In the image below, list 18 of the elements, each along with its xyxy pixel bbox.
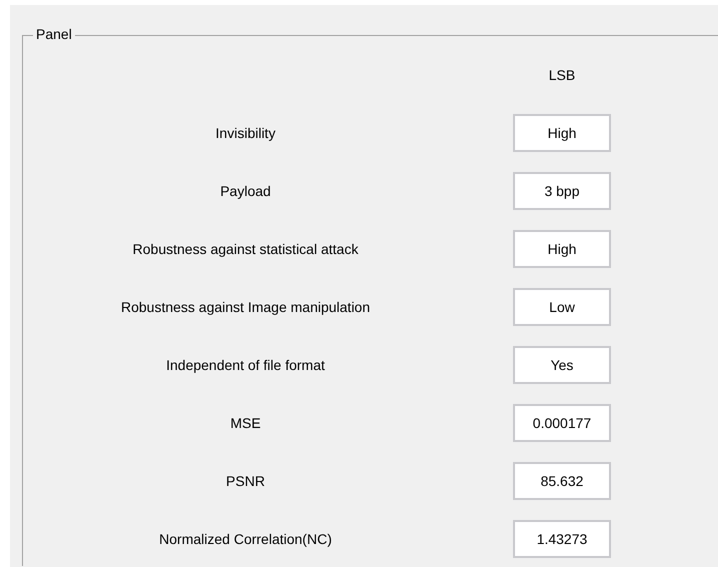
row-label: Independent of file format [166, 357, 325, 373]
value-field[interactable]: Yes [513, 346, 611, 384]
row-label: Invisibility [216, 125, 276, 141]
value-field[interactable]: 85.632 [513, 462, 611, 500]
row-label: Normalized Correlation(NC) [159, 531, 332, 547]
value-field[interactable]: 0.000177 [513, 404, 611, 442]
row-label: MSE [230, 415, 261, 431]
value-field[interactable]: 1.43273 [513, 520, 611, 558]
value-field[interactable]: High [513, 114, 611, 152]
row-label: PSNR [226, 473, 265, 489]
row-label: Payload [220, 183, 271, 199]
value-field[interactable]: High [513, 230, 611, 268]
value-field[interactable]: Low [513, 288, 611, 326]
row-label: Robustness against Image manipulation [120, 299, 370, 315]
panel-title: Panel [33, 26, 75, 42]
value-field[interactable]: 3 bpp [513, 172, 611, 210]
row-label: Robustness against statistical attack [132, 241, 358, 257]
column-header: LSB [548, 67, 576, 83]
